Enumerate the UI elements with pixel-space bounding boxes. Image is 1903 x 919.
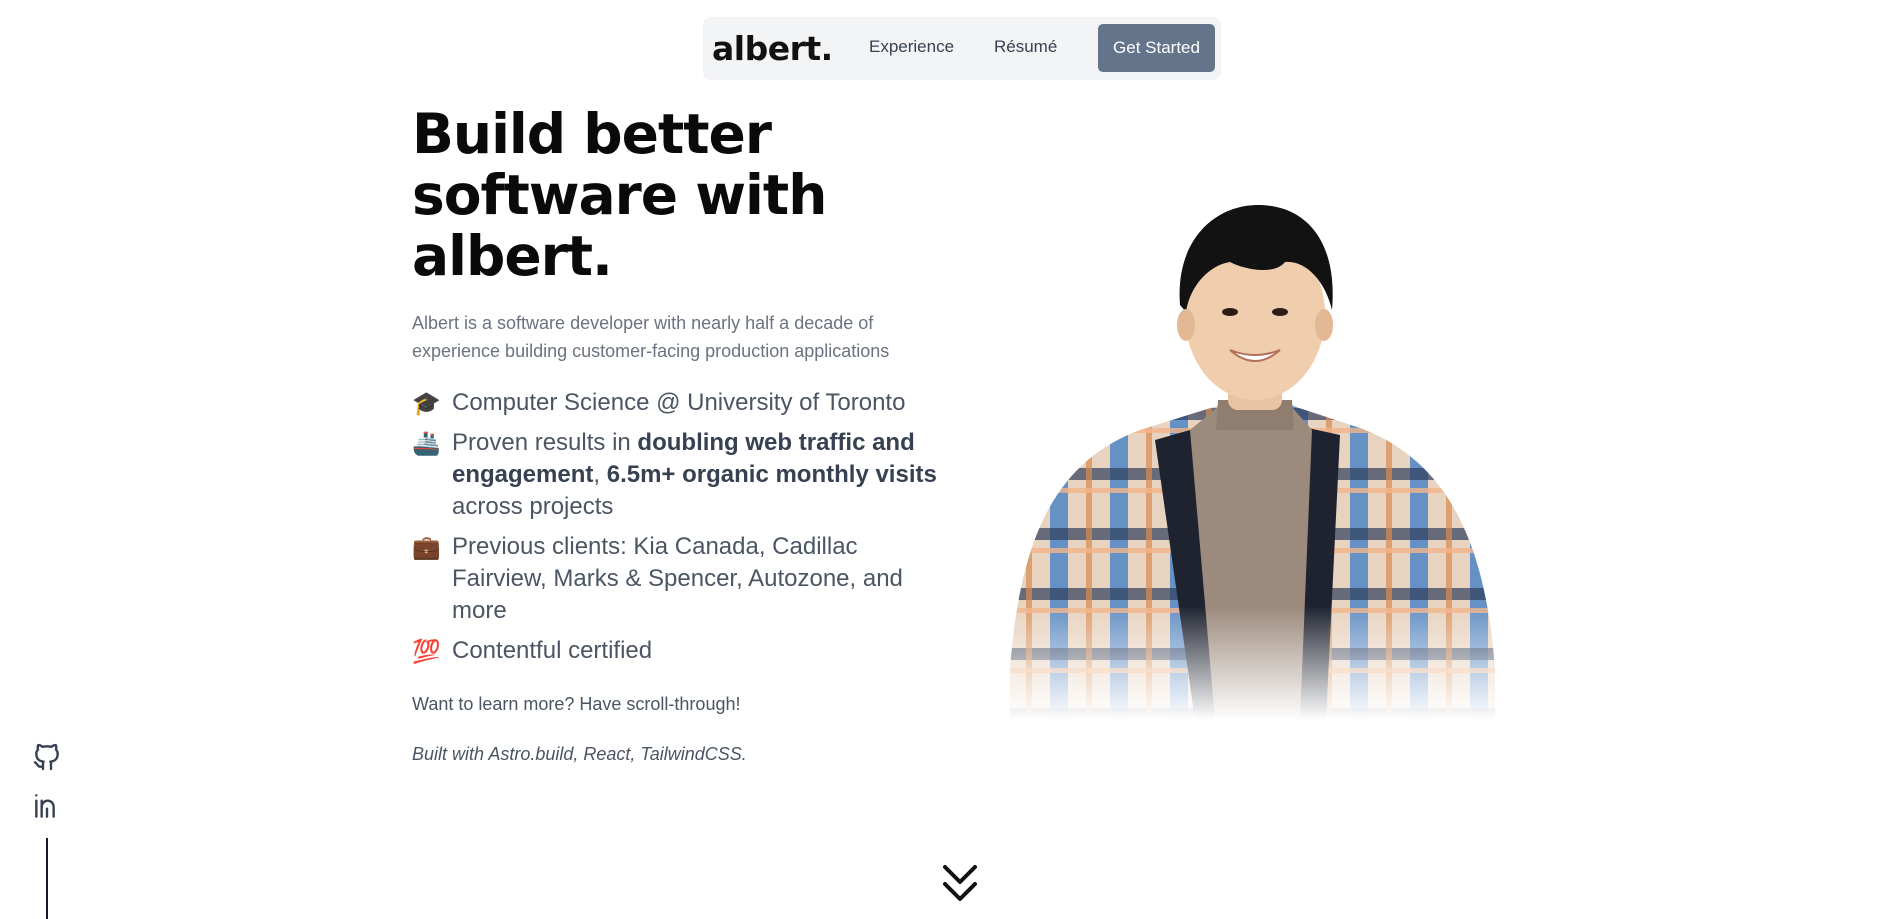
hundred-points-icon: 💯: [412, 638, 441, 664]
feature-list: 🎓 Computer Science @ University of Toron…: [412, 387, 952, 675]
hero-title-line-2: software with: [412, 163, 827, 227]
site-logo[interactable]: albert.: [712, 29, 833, 68]
social-divider-line: [46, 838, 48, 919]
hero-title-line-1: Build better: [412, 102, 772, 166]
feature-item-results: 🚢 Proven results in doubling web traffic…: [412, 427, 952, 523]
get-started-button[interactable]: Get Started: [1098, 24, 1215, 72]
feature-text-pre: Proven results in: [452, 429, 638, 456]
built-with-text: Built with Astro.build, React, TailwindC…: [412, 744, 747, 764]
learn-more-text: Want to learn more? Have scroll-through!: [412, 694, 741, 714]
chevron-double-down-icon[interactable]: [940, 862, 980, 906]
top-navbar: albert. Experience Résumé Get Started: [703, 17, 1221, 80]
hero-title: Build better software with albert.: [412, 104, 852, 287]
feature-text: Proven results in doubling web traffic a…: [452, 427, 942, 523]
feature-text: Computer Science @ University of Toronto: [452, 389, 906, 416]
feature-item-clients: 💼 Previous clients: Kia Canada, Cadillac…: [412, 531, 952, 627]
feature-item-education: 🎓 Computer Science @ University of Toron…: [412, 387, 952, 419]
hero-title-line-3: albert.: [412, 224, 613, 288]
feature-item-certified: 💯 Contentful certified: [412, 635, 952, 667]
briefcase-icon: 💼: [412, 534, 441, 560]
nav-link-experience[interactable]: Experience: [869, 37, 954, 57]
graduation-cap-icon: 🎓: [412, 390, 441, 416]
feature-text: Previous clients: Kia Canada, Cadillac F…: [452, 533, 903, 624]
nav-link-resume[interactable]: Résumé: [994, 37, 1057, 57]
portrait-image: [990, 200, 1502, 720]
feature-text: Contentful certified: [452, 637, 653, 664]
feature-highlight-visits: 6.5m+ organic monthly visits: [606, 461, 937, 488]
hero-subtitle: Albert is a software developer with near…: [412, 313, 890, 361]
feature-text-mid: ,: [593, 461, 607, 488]
github-icon[interactable]: [31, 741, 63, 773]
linkedin-icon[interactable]: [31, 790, 63, 822]
ship-icon: 🚢: [412, 430, 441, 456]
feature-text-post: across projects: [452, 493, 614, 520]
page: albert. Experience Résumé Get Started Bu…: [0, 0, 1903, 919]
